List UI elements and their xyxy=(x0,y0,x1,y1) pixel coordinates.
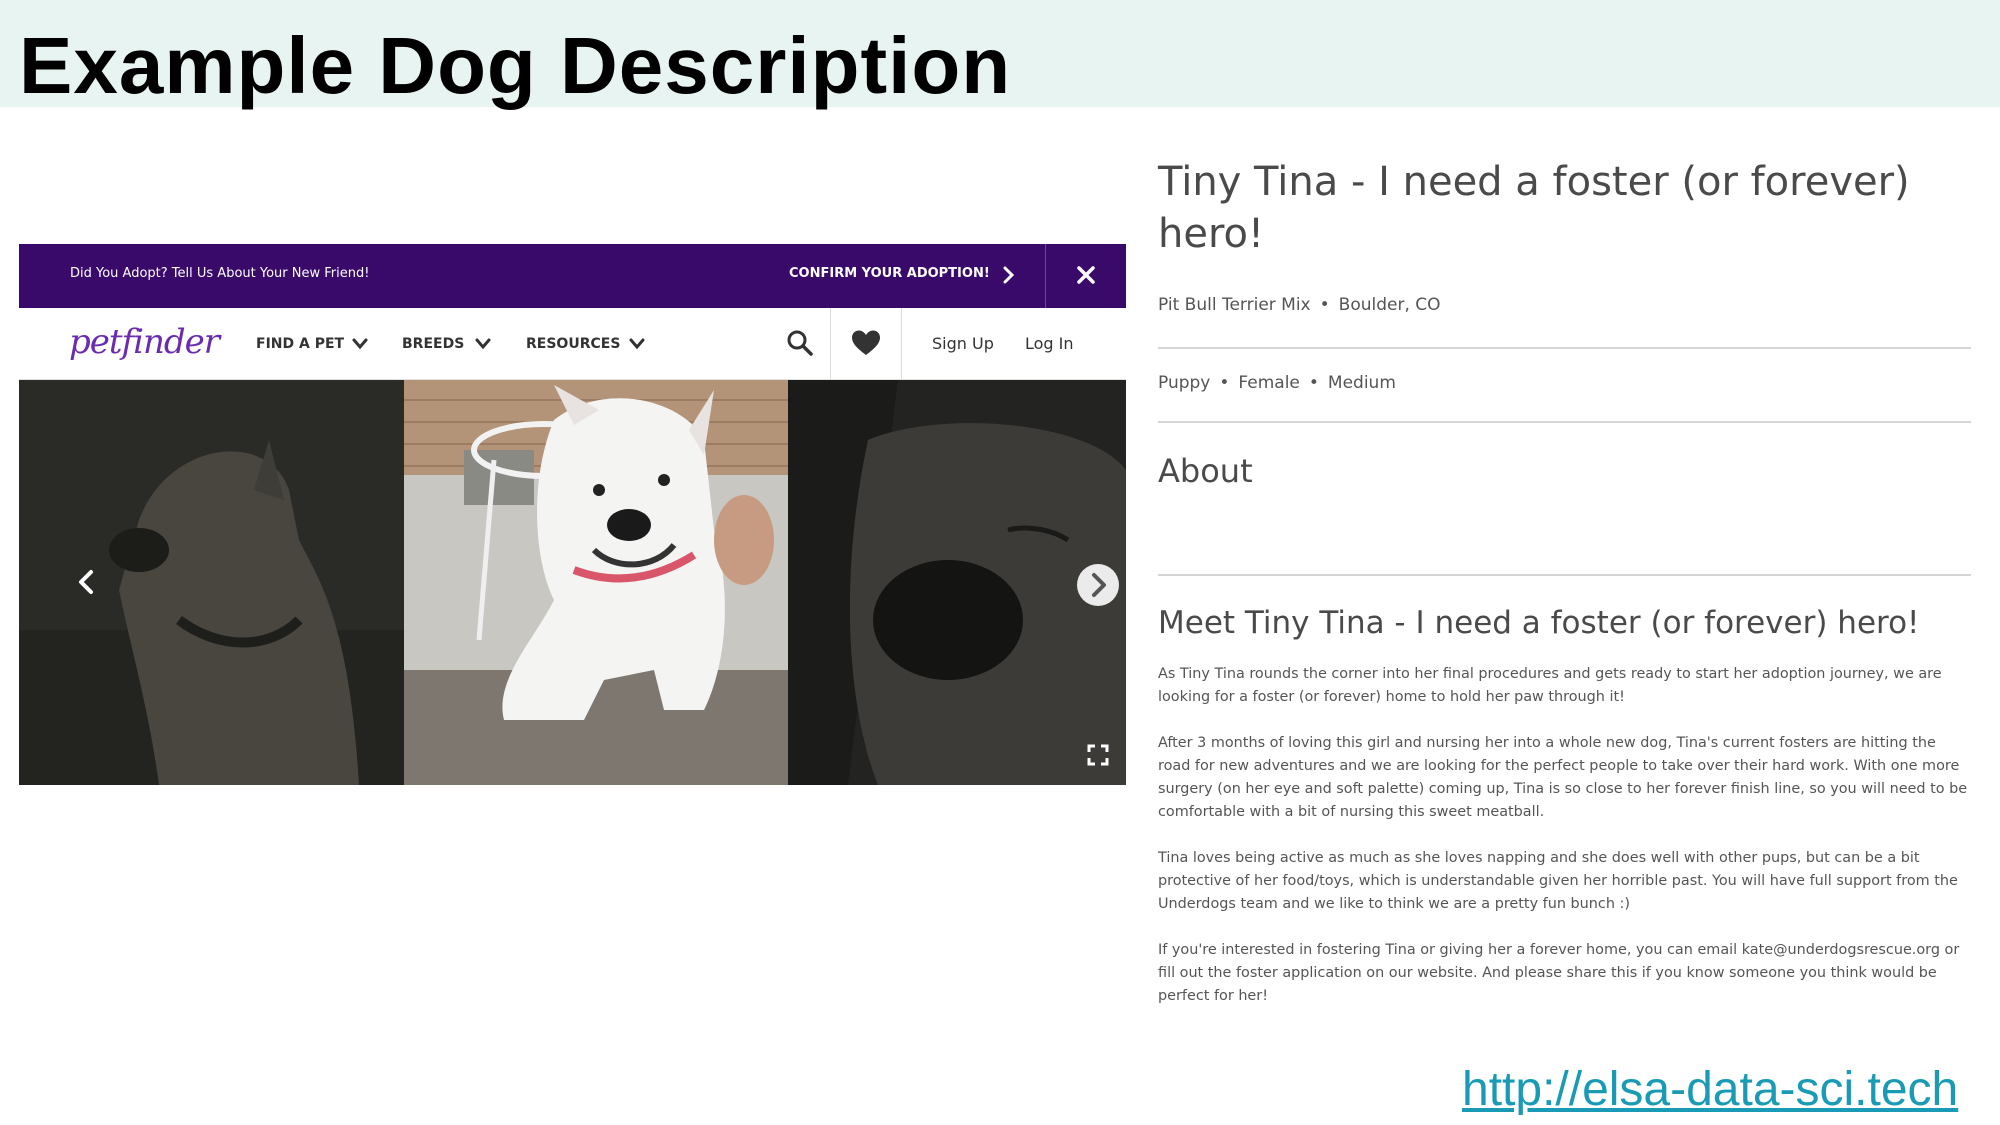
description-paragraph: If you're interested in fostering Tina o… xyxy=(1158,942,1960,1004)
confirm-adoption-link[interactable]: CONFIRM YOUR ADOPTION! xyxy=(789,266,990,281)
separator-dot: • xyxy=(1308,373,1319,393)
banner-text: Did You Adopt? Tell Us About Your New Fr… xyxy=(70,266,370,281)
pet-sex: Female xyxy=(1238,373,1300,393)
pet-location[interactable]: Boulder, CO xyxy=(1339,295,1441,315)
pet-size: Medium xyxy=(1327,373,1396,393)
chevron-down-icon[interactable] xyxy=(475,338,491,350)
separator-dot: • xyxy=(1319,295,1330,315)
dog-photo-center[interactable] xyxy=(404,380,788,785)
footer-link[interactable]: http://elsa-data-sci.tech xyxy=(1462,1062,1958,1117)
slide-title: Example Dog Description xyxy=(19,21,1012,110)
search-icon[interactable] xyxy=(785,328,815,358)
nav-find-a-pet[interactable]: FIND A PET xyxy=(256,336,344,352)
chevron-down-icon[interactable] xyxy=(352,338,368,350)
description-paragraph: After 3 months of loving this girl and n… xyxy=(1158,735,1968,820)
heart-icon[interactable] xyxy=(851,329,881,357)
log-in-link[interactable]: Log In xyxy=(1025,334,1074,353)
expand-icon[interactable] xyxy=(1087,744,1109,766)
nav-divider xyxy=(901,308,902,380)
pet-title: Tiny Tina - I need a foster (or forever)… xyxy=(1158,159,1910,257)
pet-age: Puppy xyxy=(1158,373,1211,393)
sign-up-link[interactable]: Sign Up xyxy=(932,334,994,353)
petfinder-screenshot: Did You Adopt? Tell Us About Your New Fr… xyxy=(19,244,1126,785)
chevron-right-icon[interactable] xyxy=(1001,264,1017,286)
chevron-right-icon[interactable] xyxy=(1076,563,1120,607)
nav-divider xyxy=(830,308,831,380)
chevron-left-icon[interactable] xyxy=(71,566,103,598)
pet-attributes: Puppy • Female • Medium xyxy=(1158,373,1396,393)
description-paragraph: As Tiny Tina rounds the corner into her … xyxy=(1158,666,1942,705)
nav-breeds[interactable]: BREEDS xyxy=(402,336,464,352)
close-icon[interactable] xyxy=(1073,262,1099,288)
pet-breed[interactable]: Pit Bull Terrier Mix xyxy=(1158,295,1311,315)
description-paragraph: Tina loves being active as much as she l… xyxy=(1158,850,1958,912)
petfinder-logo[interactable]: petfinder xyxy=(69,322,220,362)
adoption-banner: Did You Adopt? Tell Us About Your New Fr… xyxy=(19,244,1126,308)
chevron-down-icon[interactable] xyxy=(629,338,645,350)
separator-dot: • xyxy=(1219,373,1230,393)
photo-carousel xyxy=(19,380,1126,785)
meet-heading: Meet Tiny Tina - I need a foster (or for… xyxy=(1158,605,1920,641)
divider xyxy=(1158,574,1971,576)
about-heading: About xyxy=(1158,452,1253,490)
nav-resources[interactable]: RESOURCES xyxy=(526,336,620,352)
breed-location: Pit Bull Terrier Mix • Boulder, CO xyxy=(1158,295,1441,315)
divider xyxy=(1158,347,1971,349)
banner-divider xyxy=(1045,244,1046,308)
navbar: petfinder FIND A PET BREEDS RESOURCES Si… xyxy=(19,308,1126,380)
divider xyxy=(1158,421,1971,423)
